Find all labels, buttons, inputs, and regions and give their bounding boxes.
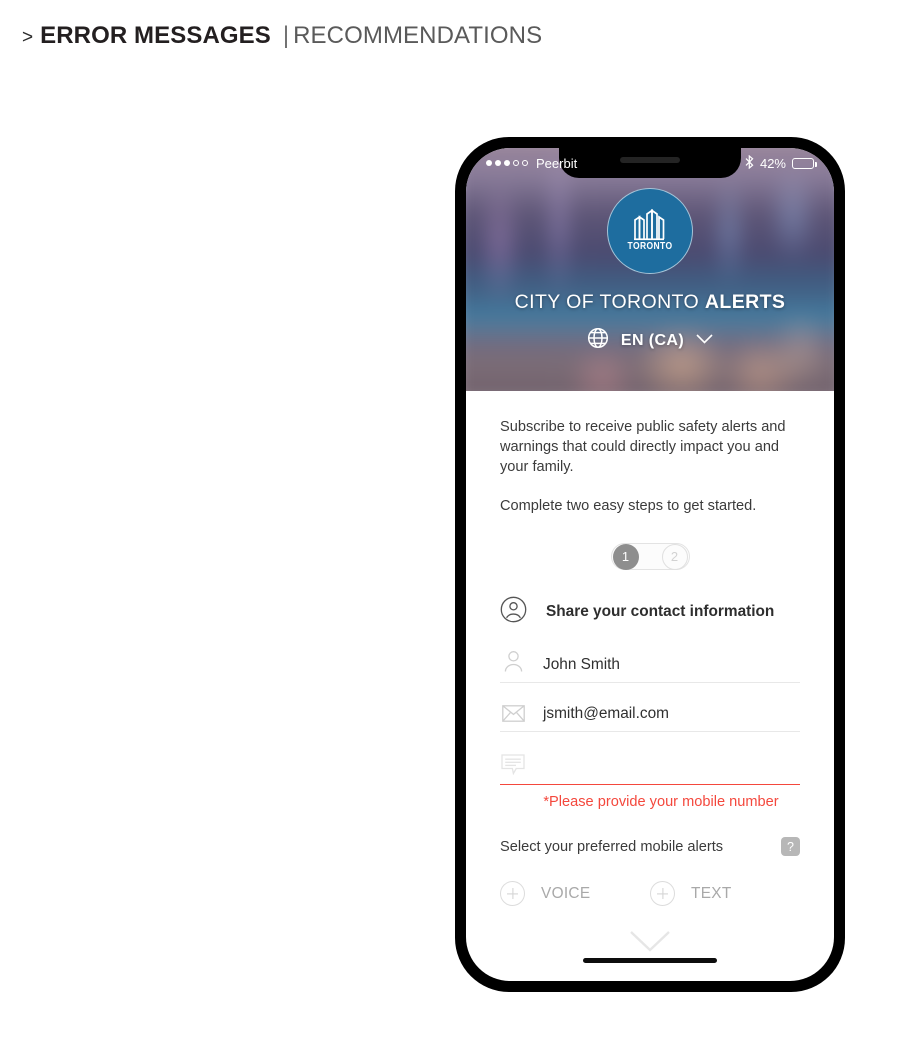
home-indicator[interactable] [583, 958, 717, 963]
breadcrumb-active-section[interactable]: ERROR MESSAGES [40, 22, 271, 50]
phone-mockup: Peerbit 42% TORONTO CITY OF TORONTO ALER… [455, 137, 845, 992]
phone-frame: Peerbit 42% TORONTO CITY OF TORONTO ALER… [455, 137, 845, 992]
mobile-number-value[interactable] [543, 758, 800, 777]
phone-screen: Peerbit 42% TORONTO CITY OF TORONTO ALER… [466, 148, 834, 981]
person-icon [500, 650, 526, 675]
preference-option-text-label: TEXT [691, 884, 732, 902]
email-value[interactable]: jsmith@email.com [543, 705, 800, 724]
globe-icon [586, 326, 610, 355]
preference-option-voice-label: VOICE [541, 884, 591, 902]
secondary-paragraph: Complete two easy steps to get started. [500, 498, 757, 514]
full-name-value[interactable]: John Smith [543, 656, 800, 675]
message-bubble-icon [500, 754, 526, 777]
language-value: EN (CA) [620, 331, 685, 349]
status-bar-left: Peerbit [486, 156, 577, 171]
chevron-down-icon[interactable] [627, 928, 673, 959]
step-2[interactable]: 2 [661, 543, 688, 570]
intro-paragraph: Subscribe to receive public safety alert… [500, 419, 786, 475]
preference-option-voice[interactable]: VOICE [500, 881, 650, 906]
status-bar: Peerbit 42% [466, 148, 834, 178]
mobile-number-error-message: *Please provide your mobile number [543, 794, 779, 810]
battery-percent-label: 42% [759, 155, 786, 171]
subscribe-form: Subscribe to receive public safety alert… [466, 391, 834, 906]
preferences-label: Select your preferred mobile alerts [500, 838, 724, 855]
section-header-label: Share your contact information [546, 603, 775, 620]
preference-option-text[interactable]: TEXT [650, 881, 800, 906]
toronto-logo: TORONTO [607, 188, 693, 274]
hero-banner: TORONTO CITY OF TORONTO ALERTS EN (CA) [466, 148, 834, 391]
preference-options: VOICE TEXT [500, 881, 800, 906]
field-full-name[interactable]: John Smith [500, 650, 800, 683]
plus-circle-icon[interactable] [500, 881, 525, 906]
help-icon[interactable]: ? [781, 837, 800, 856]
svg-text:TORONTO: TORONTO [628, 241, 673, 252]
app-title-prefix: CITY OF TORONTO [514, 291, 705, 313]
chevron-down-icon[interactable] [695, 332, 714, 350]
step-indicator: 1 2 [610, 543, 690, 570]
signal-strength-icon [486, 160, 528, 166]
plus-circle-icon[interactable] [650, 881, 675, 906]
status-bar-right: 42% [745, 154, 817, 172]
field-mobile-number[interactable] [500, 754, 800, 785]
breadcrumb-separator: | [282, 22, 290, 49]
app-title: CITY OF TORONTO ALERTS [515, 291, 786, 314]
field-email[interactable]: jsmith@email.com [500, 705, 800, 732]
step-1[interactable]: 1 [612, 543, 639, 570]
preferences-header: Select your preferred mobile alerts ? [500, 837, 800, 856]
breadcrumb: > ERROR MESSAGES | RECOMMENDATIONS [22, 22, 542, 50]
breadcrumb-arrow: > [22, 27, 34, 48]
section-header-contact: Share your contact information [500, 596, 800, 628]
battery-icon [792, 157, 817, 169]
app-title-suffix: ALERTS [704, 291, 786, 313]
user-circle-icon [500, 596, 527, 628]
envelope-icon [500, 705, 526, 724]
breadcrumb-inactive-section[interactable]: RECOMMENDATIONS [293, 22, 542, 50]
carrier-label: Peerbit [536, 155, 578, 171]
language-selector[interactable]: EN (CA) [586, 326, 714, 355]
bluetooth-icon [745, 154, 754, 172]
